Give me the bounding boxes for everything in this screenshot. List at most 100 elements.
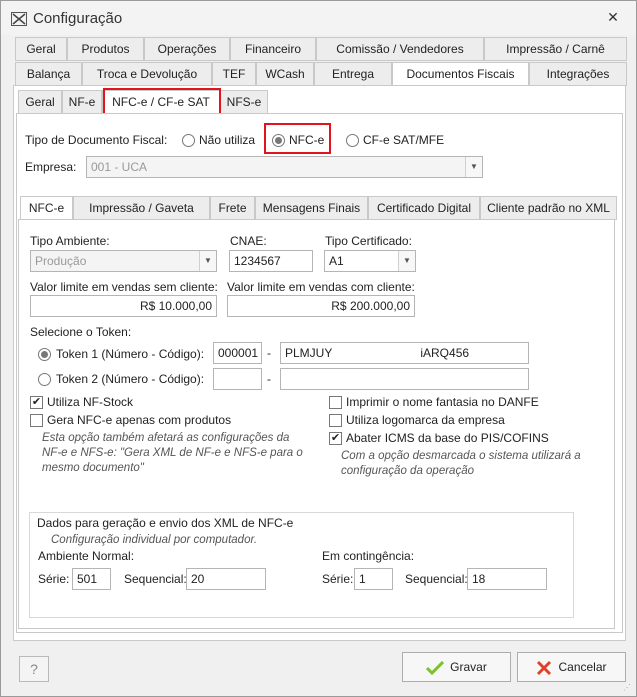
checkbox-logomarca[interactable] (329, 414, 342, 427)
token2-code-input[interactable] (280, 368, 529, 390)
token2-label: Token 2 (Número - Código): (56, 372, 205, 386)
empresa-value: 001 - UCA (91, 160, 148, 174)
normal-serie-input[interactable]: 501 (72, 568, 111, 590)
help-icon: ? (30, 661, 38, 677)
subtab-nfce-cfe-sat[interactable]: NFC-e / CF-e SAT (102, 90, 220, 114)
tab-financeiro[interactable]: Financeiro (230, 37, 316, 61)
title-bar: Configuração ✕ (1, 1, 636, 35)
subtab-geral[interactable]: Geral (18, 90, 62, 114)
cont-seq-input[interactable]: 18 (467, 568, 547, 590)
cancel-button[interactable]: Cancelar (517, 652, 626, 682)
chevron-down-icon: ▼ (465, 157, 482, 177)
empresa-label: Empresa: (25, 160, 77, 174)
ambiente-normal-label: Ambiente Normal: (38, 549, 135, 563)
tabs-row-1: Geral Produtos Operações Financeiro Comi… (15, 37, 627, 61)
checkmark-icon (426, 660, 445, 675)
tipo-ambiente-value: Produção (35, 254, 87, 268)
token1-code-input[interactable]: PLMJUY iARQ456 (280, 342, 529, 364)
imprimir-fantasia-label: Imprimir o nome fantasia no DANFE (346, 395, 539, 409)
xml-group-subtitle: Configuração individual por computador. (51, 534, 258, 546)
help-button[interactable]: ? (19, 656, 49, 682)
subtab-nfse[interactable]: NFS-e (220, 90, 268, 114)
radio-token-1[interactable] (38, 348, 51, 361)
tipo-certificado-select[interactable]: A1 ▼ (324, 250, 416, 272)
tab-tef[interactable]: TEF (212, 62, 256, 86)
radio-nao-utiliza[interactable] (182, 134, 195, 147)
token1-number-input[interactable]: 000001 (213, 342, 262, 364)
cnae-input[interactable]: 1234567 (229, 250, 313, 272)
tab-integracoes[interactable]: Integrações (529, 62, 627, 86)
checkbox-imprimir-fantasia[interactable] (329, 396, 342, 409)
radio-token-2[interactable] (38, 373, 51, 386)
tipo-certificado-label: Tipo Certificado: (325, 234, 412, 248)
tab-entrega[interactable]: Entrega (314, 62, 392, 86)
tab-comissao[interactable]: Comissão / Vendedores (316, 37, 484, 61)
checkbox-utiliza-nfstock[interactable]: ✔ (30, 396, 43, 409)
save-label: Gravar (450, 660, 487, 674)
save-button[interactable]: Gravar (402, 652, 511, 682)
gera-nfce-label: Gera NFC-e apenas com produtos (47, 413, 232, 427)
radio-cfe-sat-label: CF-e SAT/MFE (363, 133, 445, 147)
radio-nfce-label: NFC-e (289, 133, 325, 147)
config-window: Configuração ✕ Geral Produtos Operações … (0, 0, 637, 697)
inner-tab-mensagens-finais[interactable]: Mensagens Finais (255, 196, 368, 220)
cont-serie-label: Série: (322, 572, 354, 586)
valor-com-cliente-label: Valor limite em vendas com cliente: (227, 280, 415, 294)
radio-nfce[interactable] (272, 134, 285, 147)
token1-code-end: iARQ456 (420, 346, 470, 360)
contingencia-label: Em contingência: (322, 549, 415, 563)
cont-seq-label: Sequencial: (405, 572, 468, 586)
inner-tab-frete[interactable]: Frete (210, 196, 255, 220)
token2-dash: - (267, 372, 271, 386)
valor-sem-cliente-label: Valor limite em vendas sem cliente: (30, 280, 218, 294)
cont-serie-input[interactable]: 1 (354, 568, 393, 590)
tipo-ambiente-select[interactable]: Produção ▼ (30, 250, 217, 272)
tipo-ambiente-label: Tipo Ambiente: (30, 234, 110, 248)
inner-tab-cliente-padrao[interactable]: Cliente padrão no XML (480, 196, 617, 220)
resize-grip-icon[interactable]: ⋰ (623, 683, 633, 693)
logomarca-label: Utiliza logomarca da empresa (346, 413, 505, 427)
checkbox-abater-icms[interactable]: ✔ (329, 432, 342, 445)
inner-tab-nfce[interactable]: NFC-e (20, 196, 73, 220)
app-icon (11, 12, 27, 26)
inner-tabs-row: NFC-e Impressão / Gaveta Frete Mensagens… (20, 196, 617, 220)
tab-operacoes[interactable]: Operações (144, 37, 230, 61)
inner-tab-impressao-gaveta[interactable]: Impressão / Gaveta (73, 196, 210, 220)
xml-group-title: Dados para geração e envio dos XML de NF… (37, 516, 294, 530)
subtabs-row: Geral NF-e NFC-e / CF-e SAT NFS-e (18, 90, 278, 114)
tab-documentos-fiscais[interactable]: Documentos Fiscais (392, 62, 529, 86)
token-label: Selecione o Token: (30, 325, 132, 339)
normal-seq-label: Sequencial: (124, 572, 187, 586)
cnae-label: CNAE: (230, 234, 267, 248)
x-icon (537, 660, 552, 675)
close-icon[interactable]: ✕ (605, 9, 621, 25)
chevron-down-icon: ▼ (398, 251, 415, 271)
token1-dash: - (267, 346, 271, 360)
tab-impressao-carne[interactable]: Impressão / Carnê (484, 37, 627, 61)
tab-balanca[interactable]: Balança (15, 62, 82, 86)
normal-serie-label: Série: (38, 572, 70, 586)
abater-icms-label: Abater ICMS da base do PIS/COFINS (346, 431, 549, 445)
empresa-select[interactable]: 001 - UCA ▼ (86, 156, 483, 178)
radio-cfe-sat[interactable] (346, 134, 359, 147)
cancel-label: Cancelar (558, 660, 607, 674)
tabs-row-2: Balança Troca e Devolução TEF WCash Entr… (15, 62, 627, 86)
gera-nfce-note: Esta opção também afetará as configuraçõ… (42, 432, 303, 474)
utiliza-nfstock-label: Utiliza NF-Stock (47, 395, 134, 409)
inner-tab-certificado-digital[interactable]: Certificado Digital (368, 196, 480, 220)
token2-number-input[interactable] (213, 368, 262, 390)
normal-seq-input[interactable]: 20 (186, 568, 266, 590)
valor-sem-cliente-input[interactable]: R$ 10.000,00 (30, 295, 217, 317)
subtab-nfe[interactable]: NF-e (62, 90, 102, 114)
radio-nao-utiliza-label: Não utiliza (199, 133, 256, 147)
checkbox-gera-nfce[interactable] (30, 414, 43, 427)
token1-code-start: PLMJUY (285, 346, 333, 360)
tab-troca-devolucao[interactable]: Troca e Devolução (82, 62, 212, 86)
token1-label: Token 1 (Número - Código): (56, 347, 205, 361)
tab-produtos[interactable]: Produtos (67, 37, 144, 61)
abater-icms-note: Com a opção desmarcada o sistema utiliza… (341, 450, 581, 477)
tab-geral[interactable]: Geral (15, 37, 67, 61)
valor-com-cliente-input[interactable]: R$ 200.000,00 (227, 295, 415, 317)
tab-wcash[interactable]: WCash (256, 62, 314, 86)
doc-type-label: Tipo de Documento Fiscal: (25, 133, 168, 147)
